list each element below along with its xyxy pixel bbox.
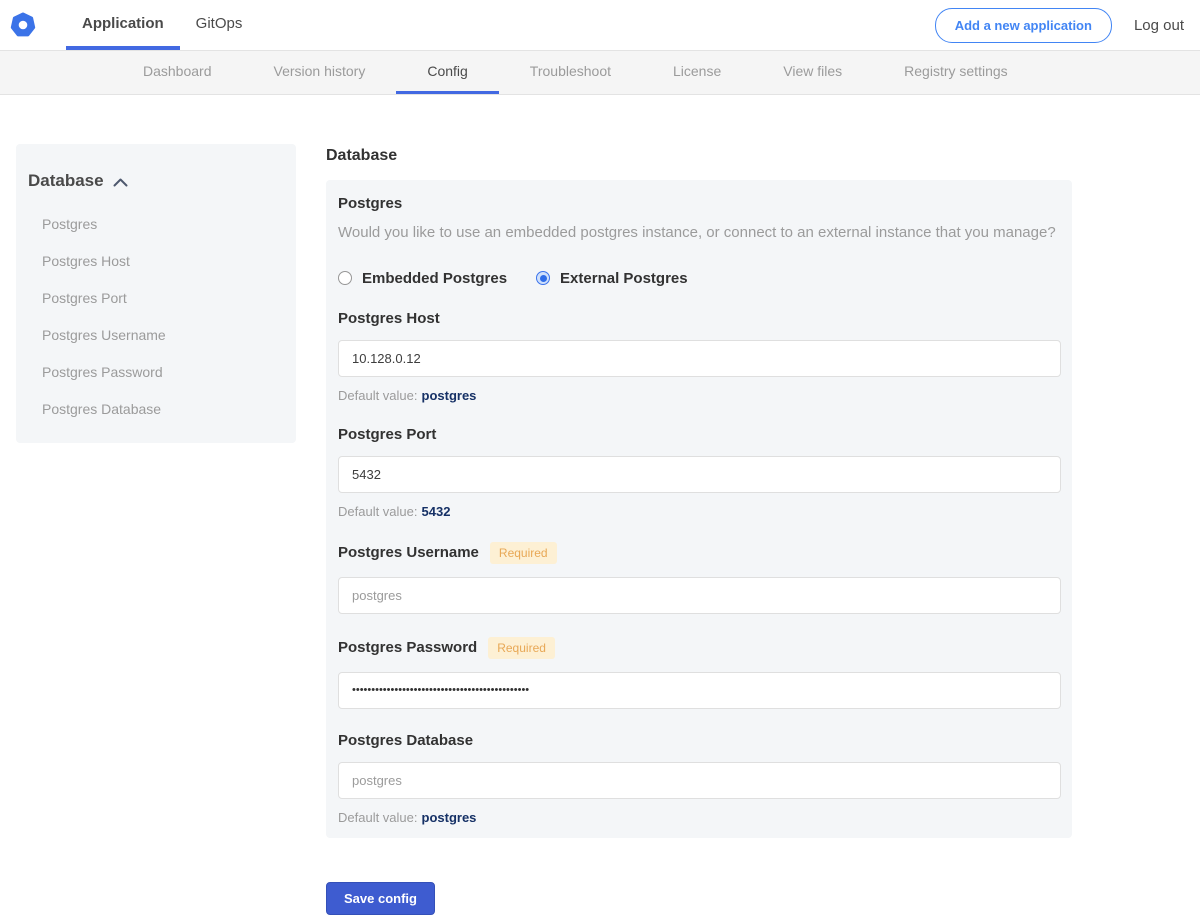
radio-external-label: External Postgres — [560, 269, 688, 287]
sidebar-item-list: Postgres Postgres Host Postgres Port Pos… — [28, 216, 284, 417]
subnav-item-dashboard[interactable]: Dashboard — [112, 51, 243, 94]
field-postgres-port: Postgres Port Default value:5432 — [338, 425, 1061, 519]
postgres-username-label: Postgres Username — [338, 544, 479, 561]
radio-external-postgres[interactable]: External Postgres — [536, 270, 688, 287]
postgres-host-default-note: Default value: postgres — [338, 388, 1060, 403]
default-value: postgres — [421, 809, 477, 825]
postgres-host-label: Postgres Host — [338, 309, 440, 327]
config-main-area: Database Postgres Would you like to use … — [326, 95, 1072, 915]
radio-embedded-postgres[interactable]: Embedded Postgres — [338, 270, 507, 287]
field-postgres-username: Postgres Username Required — [338, 541, 1061, 614]
default-value: postgres — [421, 387, 477, 403]
top-header-bar: Application GitOps Add a new application… — [0, 0, 1200, 50]
postgres-port-input[interactable] — [338, 455, 1061, 493]
subnav-item-license[interactable]: License — [642, 51, 752, 94]
sidebar-item-postgres-port[interactable]: Postgres Port — [42, 290, 284, 306]
database-config-panel: Postgres Would you like to use an embedd… — [326, 180, 1072, 838]
radio-embedded-label: Embedded Postgres — [362, 269, 508, 287]
required-badge: Required — [488, 636, 555, 659]
subnav-item-version-history[interactable]: Version history — [243, 51, 397, 94]
save-config-button[interactable]: Save config — [326, 881, 435, 915]
add-new-application-button[interactable]: Add a new application — [934, 7, 1112, 43]
postgres-password-label: Postgres Password — [338, 639, 478, 656]
radio-checked-icon[interactable] — [536, 271, 551, 285]
page-title: Database — [326, 147, 398, 164]
postgres-help-text: Would you like to use an embedded postgr… — [338, 224, 1056, 241]
sidebar-item-postgres-host[interactable]: Postgres Host — [42, 253, 284, 269]
sidebar-group-database[interactable]: Database — [28, 171, 284, 191]
postgres-radio-group: Embedded Postgres External Postgres — [338, 270, 1060, 287]
default-value: 5432 — [421, 503, 451, 519]
required-badge: Required — [489, 541, 557, 564]
postgres-password-input[interactable] — [338, 671, 1061, 709]
sidebar-item-postgres-username[interactable]: Postgres Username — [42, 327, 284, 343]
subnav-item-view-files[interactable]: View files — [752, 51, 873, 94]
postgres-group-label: Postgres — [338, 195, 403, 212]
top-tabs: Application GitOps — [66, 0, 258, 50]
field-postgres-host: Postgres Host Default value:postgres — [338, 309, 1061, 403]
subnav-item-config[interactable]: Config — [396, 51, 499, 94]
field-postgres-password: Postgres Password Required — [338, 636, 1061, 709]
postgres-database-default-note: Default value: postgres — [338, 810, 1060, 825]
subnav-item-troubleshoot[interactable]: Troubleshoot — [499, 51, 642, 94]
sidebar-item-postgres-database[interactable]: Postgres Database — [42, 401, 284, 417]
radio-unchecked-icon[interactable] — [338, 271, 352, 285]
default-prefix: Default value: — [338, 809, 418, 825]
postgres-port-label: Postgres Port — [338, 425, 437, 443]
postgres-group: Postgres Would you like to use an embedd… — [338, 195, 1060, 287]
config-sidebar: Database Postgres Postgres Host Postgres… — [16, 144, 296, 443]
logout-button[interactable]: Log out — [1134, 17, 1184, 34]
config-page-content: Database Postgres Postgres Host Postgres… — [0, 95, 1200, 915]
sidebar-item-postgres-password[interactable]: Postgres Password — [42, 364, 284, 380]
chevron-up-icon — [113, 178, 128, 187]
postgres-database-input[interactable] — [338, 761, 1061, 799]
app-logo[interactable] — [10, 0, 36, 50]
sidebar-item-postgres[interactable]: Postgres — [42, 216, 284, 232]
sidebar-group-label: Database — [28, 171, 104, 190]
tab-gitops[interactable]: GitOps — [180, 0, 259, 50]
tab-application[interactable]: Application — [66, 0, 180, 50]
default-prefix: Default value: — [338, 503, 418, 519]
postgres-username-input[interactable] — [338, 576, 1061, 614]
app-subnav: Dashboard Version history Config Trouble… — [0, 50, 1200, 95]
postgres-database-label: Postgres Database — [338, 731, 474, 749]
postgres-host-input[interactable] — [338, 339, 1061, 377]
default-prefix: Default value: — [338, 387, 418, 403]
field-postgres-database: Postgres Database Default value:postgres — [338, 731, 1061, 825]
postgres-port-default-note: Default value: 5432 — [338, 504, 1060, 519]
replicated-logo-icon — [10, 12, 36, 38]
subnav-item-registry-settings[interactable]: Registry settings — [873, 51, 1038, 94]
